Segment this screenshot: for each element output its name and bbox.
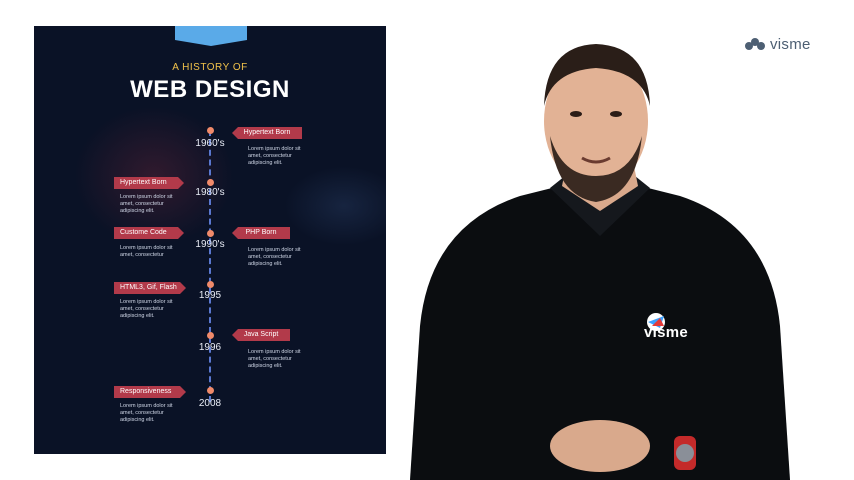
timeline-year: 1995: [198, 290, 222, 301]
timeline-line: [209, 130, 211, 402]
timeline-description: Lorem ipsum dolor sit amet, consectetur …: [120, 403, 173, 423]
timeline-tag: Responsiveness: [114, 386, 186, 398]
timeline-year: 1996: [198, 342, 222, 353]
shirt-logo-text: visme: [644, 324, 689, 341]
timeline-tag: Custome Code: [114, 227, 184, 239]
infographic-poster: A HISTORY OF WEB DESIGN 1960's Hypertext…: [34, 26, 386, 454]
timeline-description: Lorem ipsum dolor sit amet, consectetur …: [248, 247, 301, 267]
visme-logo: visme: [745, 36, 811, 53]
timeline-description: Lorem ipsum dolor sit amet, consectetur …: [120, 194, 173, 214]
timeline-year: 1980's: [195, 187, 225, 198]
timeline-description: Lorem ipsum dolor sit amet, consectetur …: [248, 146, 301, 166]
visme-logo-icon: [745, 37, 765, 52]
timeline-tag: PHP Born: [232, 227, 290, 239]
timeline-description: Lorem ipsum dolor sit amet, consectetur …: [120, 299, 173, 319]
timeline-year: 1990's: [195, 239, 225, 250]
timeline-dot: [207, 332, 214, 339]
timeline-tag: Hypertext Born: [114, 177, 184, 189]
timeline-tag: HTML3, Gif, Flash: [114, 282, 186, 294]
timeline-dot: [207, 127, 214, 134]
poster-pre-title: A HISTORY OF: [172, 62, 248, 73]
timeline-tag: Hypertext Born: [232, 127, 302, 139]
timeline-dot: [207, 281, 214, 288]
presenter-photo: [410, 44, 790, 480]
timeline-year: 1960's: [195, 138, 225, 149]
timeline-dot: [207, 230, 214, 237]
timeline-tag: Java Script: [232, 329, 290, 341]
timeline-year: 2008: [198, 398, 222, 409]
background-glow: [284, 166, 386, 246]
visme-logo-text: visme: [770, 36, 811, 53]
poster-title: WEB DESIGN: [130, 76, 290, 103]
timeline-dot: [207, 179, 214, 186]
timeline-dot: [207, 387, 214, 394]
timeline-description: Lorem ipsum dolor sit amet, consectetur …: [248, 349, 301, 369]
timeline-description: Lorem ipsum dolor sit amet, consectetur: [120, 245, 173, 258]
top-banner-ribbon: [175, 26, 247, 46]
